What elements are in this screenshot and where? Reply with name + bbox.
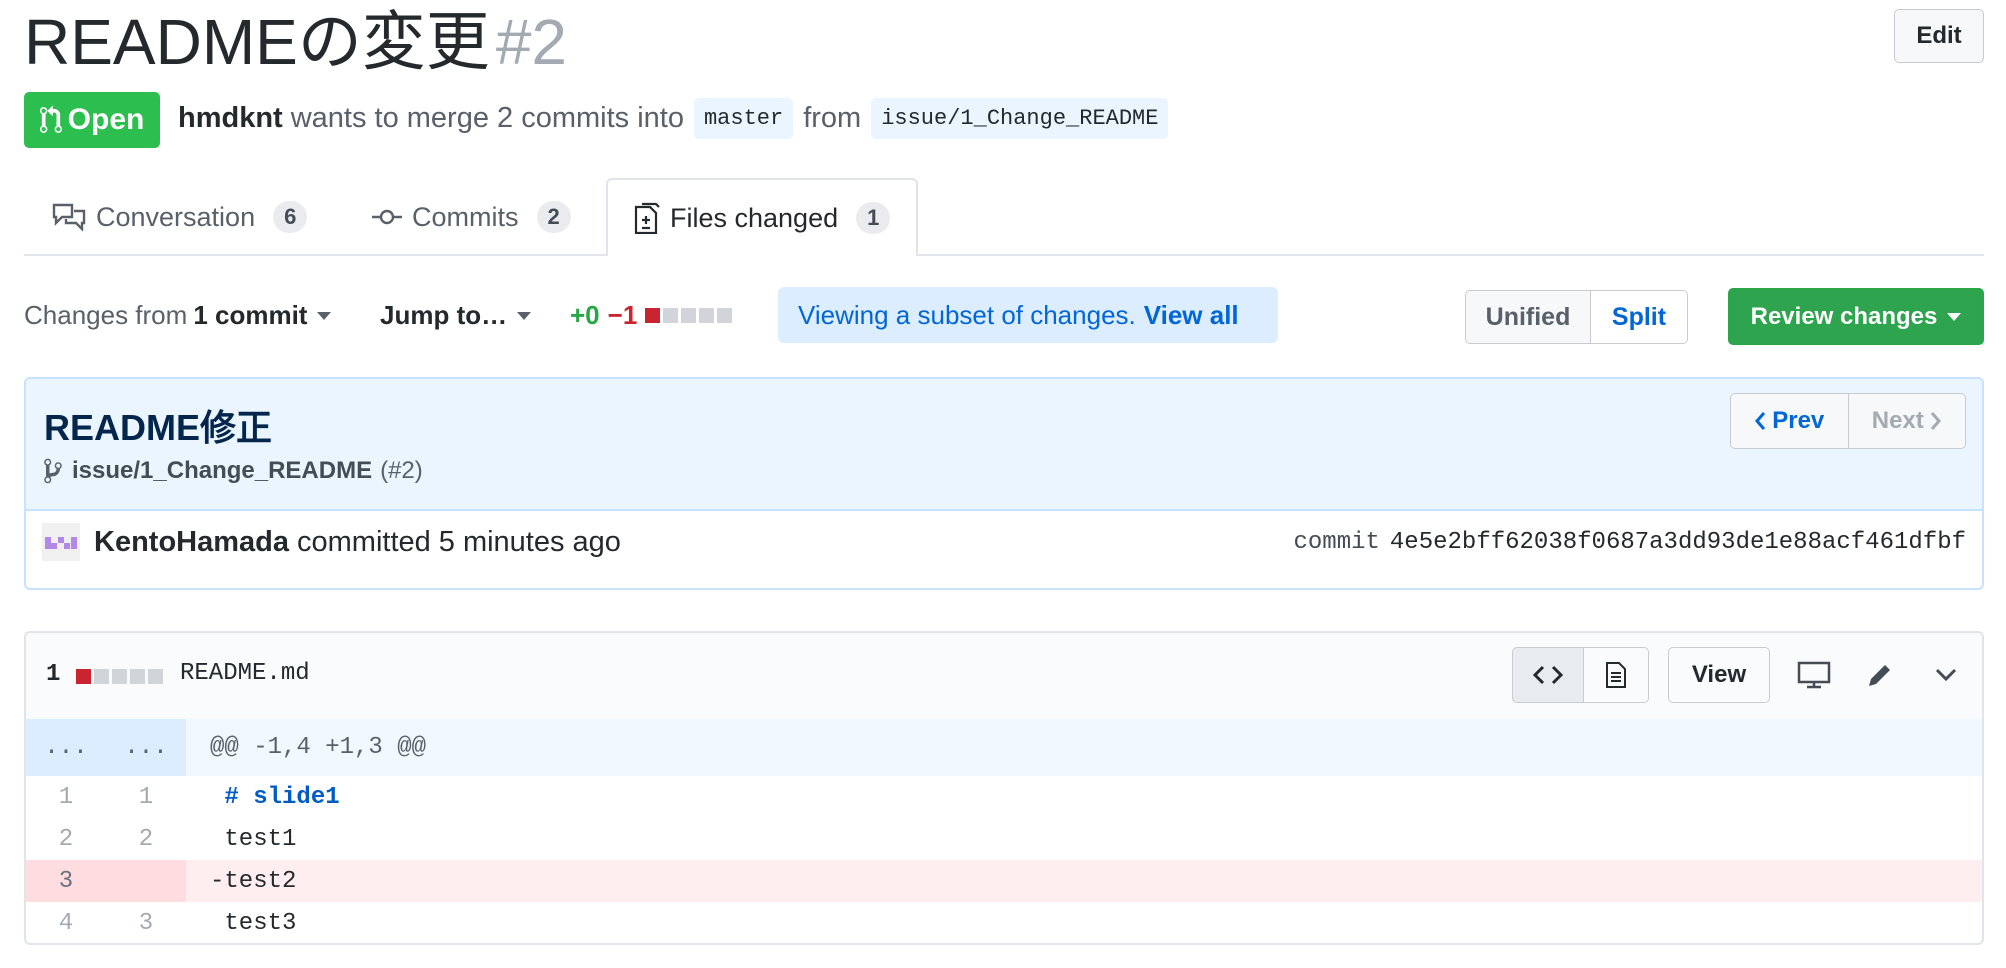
tab-commits[interactable]: Commits 2 [372, 178, 571, 256]
prev-label: Prev [1772, 407, 1825, 434]
tab-conversation[interactable]: Conversation 6 [52, 178, 308, 256]
commit-sha: commit 4e5e2bff62038f0687a3dd93de1e88acf4… [1293, 529, 1966, 556]
diffstat-summary: +0 −1 [570, 300, 733, 331]
file-change-count: 1 [46, 661, 61, 688]
chevron-right-icon [1930, 411, 1942, 431]
commit-meta: KentoHamada committed 5 minutes ago [42, 523, 621, 561]
changes-prefix: Changes from [24, 300, 188, 330]
old-line-number[interactable]: 1 [26, 776, 106, 818]
tab-label: Commits [412, 201, 519, 232]
line-code: test3 [224, 909, 297, 937]
rich-diff-button[interactable] [1583, 647, 1649, 703]
hunk-expand-old[interactable]: ... [26, 719, 106, 776]
changes-value: 1 commit [193, 300, 308, 330]
pr-state-badge: Open [24, 92, 160, 148]
caret-down-icon [1947, 312, 1962, 321]
subset-notice: Viewing a subset of changes. View all [778, 287, 1278, 343]
pr-title-text: READMEの変更 [24, 6, 490, 78]
notice-text: Viewing a subset of changes. [798, 299, 1136, 330]
caret-down-icon [517, 311, 532, 320]
file-text-icon [1605, 661, 1627, 689]
old-line-number[interactable]: 4 [26, 902, 106, 943]
comment-discussion-icon [52, 203, 86, 231]
jump-label: Jump to… [380, 300, 508, 330]
edit-button[interactable]: Edit [1894, 9, 1984, 63]
line-code: # slide1 [224, 783, 340, 811]
pr-number: #2 [495, 6, 567, 78]
review-changes-button[interactable]: Review changes [1728, 288, 1984, 345]
commit-nav: Prev Next [1730, 393, 1966, 449]
commit-sha-label: commit [1293, 529, 1380, 556]
file-name[interactable]: README.md [180, 660, 310, 687]
caret-down-icon [317, 311, 332, 320]
commit-branch-name[interactable]: issue/1_Change_README [72, 457, 372, 485]
chevron-down-icon[interactable] [1926, 655, 1966, 695]
file-diffstat [76, 669, 163, 684]
tab-counter: 2 [536, 201, 571, 233]
new-line-number[interactable] [106, 860, 186, 902]
new-line-number[interactable]: 2 [106, 818, 186, 860]
commit-header [26, 379, 1982, 511]
diff-line: 4 3 test3 [26, 902, 1982, 943]
commit-action: committed [297, 525, 431, 558]
old-line-number[interactable]: 3 [26, 860, 106, 902]
tab-files-changed[interactable]: Files changed 1 [606, 178, 919, 256]
line-code: test1 [224, 825, 297, 853]
diff-line-deletion: 3 - test2 [26, 860, 1982, 902]
tab-cover [608, 254, 914, 256]
pr-state-label: Open [67, 103, 145, 136]
tab-label: Files changed [670, 202, 839, 233]
jump-to-dropdown[interactable]: Jump to… [380, 300, 532, 331]
hunk-header: @@ -1,4 +1,3 @@ [210, 734, 427, 761]
pr-meta: hmdknt wants to merge 2 commits into mas… [178, 98, 1178, 139]
commit-author[interactable]: KentoHamada [94, 526, 289, 559]
next-label: Next [1871, 407, 1924, 434]
unified-toggle[interactable]: Unified [1465, 290, 1591, 344]
commit-title[interactable]: README修正 [44, 399, 272, 451]
old-line-number[interactable]: 2 [26, 818, 106, 860]
new-line-number[interactable]: 3 [106, 902, 186, 943]
git-pull-request-icon [39, 105, 62, 135]
code-icon [1533, 664, 1563, 686]
diffstat-blocks [645, 308, 733, 323]
prev-commit-button[interactable]: Prev [1731, 394, 1849, 448]
changes-from-dropdown[interactable]: Changes from 1 commit [24, 300, 332, 331]
merge-text: wants to merge 2 commits into [290, 102, 684, 134]
diff-line: 1 1 # slide1 [26, 776, 1982, 818]
new-line-number[interactable]: 1 [106, 776, 186, 818]
file-diff-icon [634, 202, 660, 234]
commit-pr-ref[interactable]: (#2) [380, 457, 423, 485]
pencil-icon[interactable] [1860, 655, 1900, 695]
avatar[interactable] [42, 523, 80, 561]
hunk-expand-new[interactable]: ... [106, 719, 186, 776]
line-code: - test2 [210, 867, 297, 895]
commit-box: README修正 issue/1_Change_README (#2) Prev… [24, 377, 1984, 590]
tab-label: Conversation [96, 201, 256, 232]
file-diff: 1 README.md View ... ... @@ -1,4 +1,3 @@… [24, 631, 1984, 945]
pr-author-link[interactable]: hmdknt [178, 102, 283, 135]
git-branch-icon [42, 457, 64, 485]
tabs-divider [24, 254, 1984, 256]
base-branch[interactable]: master [693, 98, 794, 139]
head-branch[interactable]: issue/1_Change_README [871, 98, 1169, 139]
tab-counter: 1 [856, 202, 891, 234]
desktop-icon[interactable] [1794, 655, 1834, 695]
tab-counter: 6 [273, 201, 308, 233]
deletions-count: −1 [607, 300, 638, 330]
commit-sha-value[interactable]: 4e5e2bff62038f0687a3dd93de1e88acf461dfbf [1390, 529, 1966, 556]
source-view-button[interactable] [1512, 647, 1584, 703]
pr-title: READMEの変更#2 [24, 0, 567, 84]
view-file-button[interactable]: View [1668, 647, 1770, 703]
commit-time: 5 minutes ago [438, 525, 621, 558]
review-label: Review changes [1750, 302, 1938, 330]
git-commit-icon [372, 207, 402, 227]
chevron-left-icon [1754, 411, 1766, 431]
commit-branch: issue/1_Change_README (#2) [42, 457, 423, 485]
from-text: from [803, 102, 862, 134]
next-commit-button[interactable]: Next [1849, 394, 1966, 448]
view-all-link[interactable]: View all [1144, 300, 1239, 331]
split-toggle[interactable]: Split [1590, 290, 1688, 344]
diff-line: 2 2 test1 [26, 818, 1982, 860]
additions-count: +0 [570, 300, 600, 330]
